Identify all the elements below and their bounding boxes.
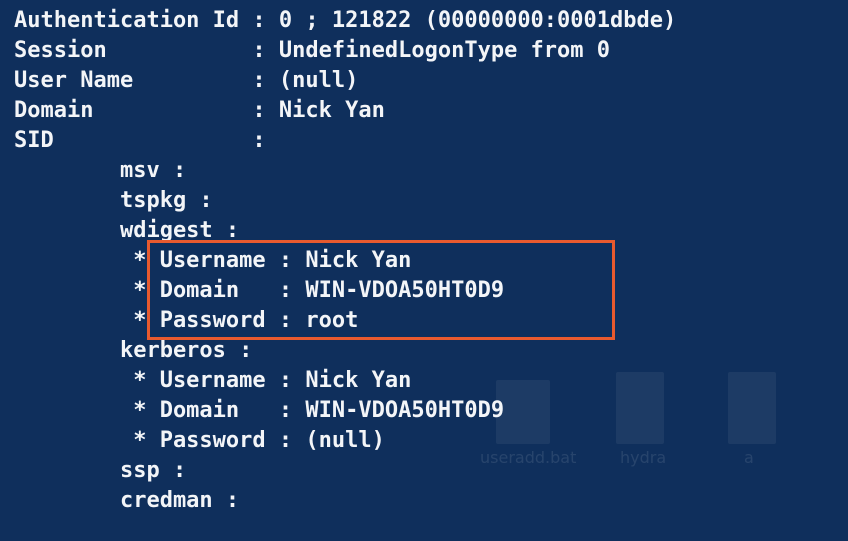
ssp-line: ssp : [14,458,187,483]
file-icon [496,380,550,444]
sid-line: SID : [14,128,266,153]
folder-icon [728,372,776,444]
tspkg-line: tspkg : [14,188,213,213]
folder-icon [616,372,664,444]
desktop-label: useradd.bat [480,448,577,467]
auth-id-line: Authentication Id : 0 ; 121822 (00000000… [14,8,677,33]
msv-line: msv : [14,158,187,183]
kerberos-line: kerberos : [14,338,253,363]
desktop-label: a [744,448,754,467]
kerberos-domain-line: * Domain : WIN-VDOA50HT0D9 [14,398,505,423]
kerberos-username-line: * Username : Nick Yan [14,368,412,393]
session-line: Session : UndefinedLogonType from 0 [14,38,611,63]
kerberos-password-line: * Password : (null) [14,428,385,453]
credman-line: credman : [14,488,240,513]
wdigest-credentials-highlight [147,240,615,340]
console-window[interactable]: useradd.bat hydra a Authentication Id : … [0,0,848,541]
domain-line: Domain : Nick Yan [14,98,385,123]
user-name-line: User Name : (null) [14,68,359,93]
desktop-label: hydra [620,448,667,467]
